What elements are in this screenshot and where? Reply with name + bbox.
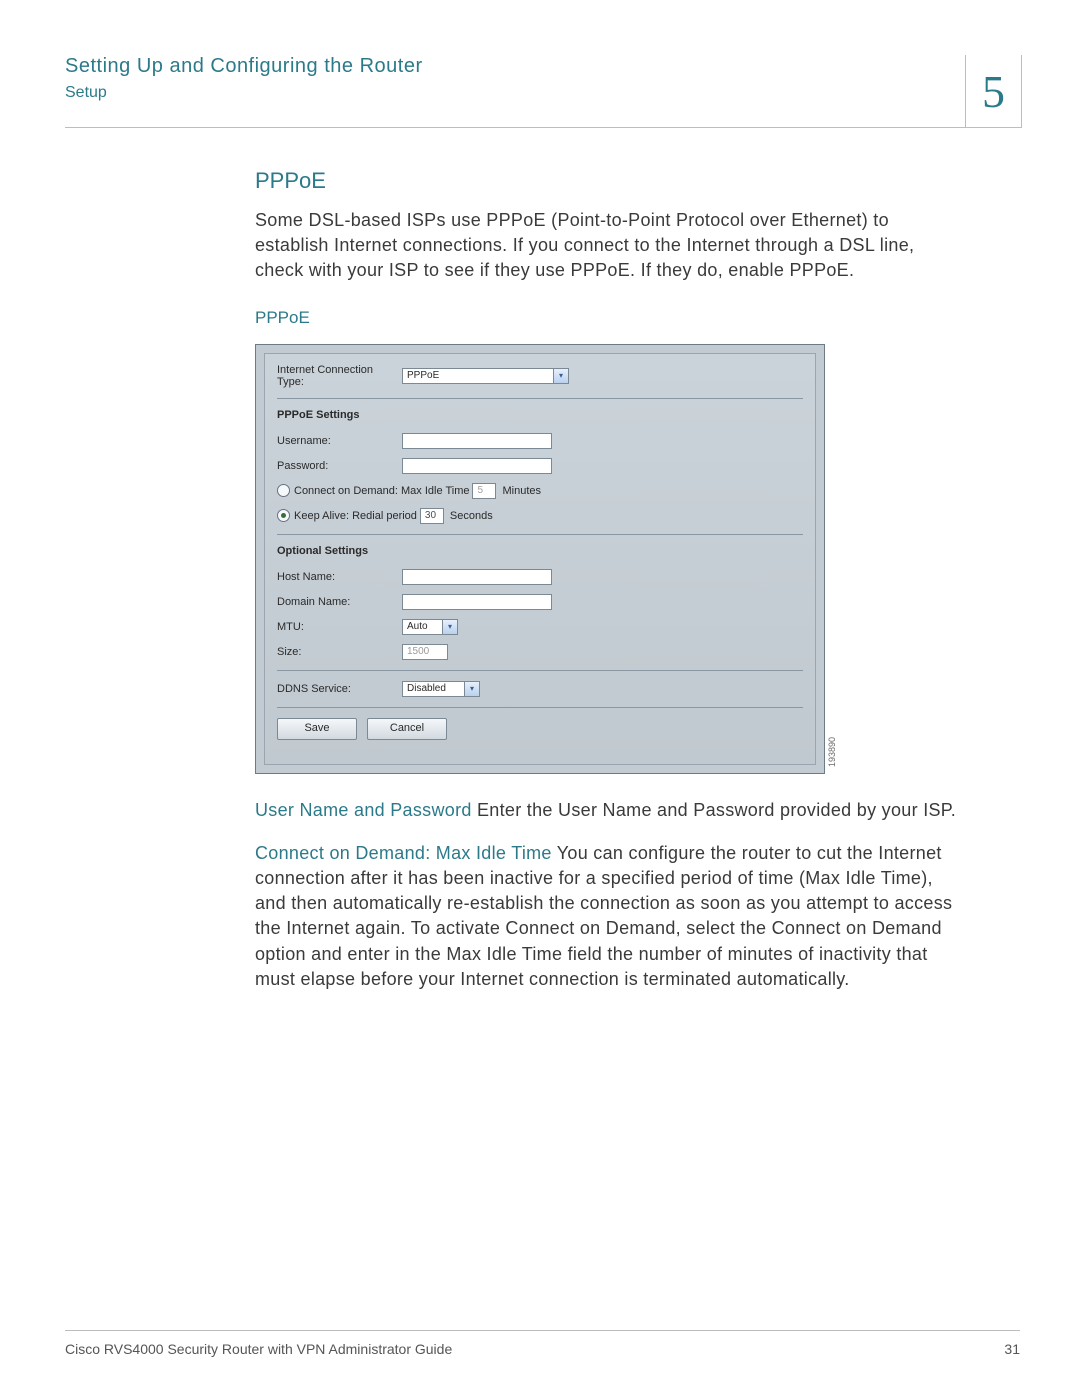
domain-name-label: Domain Name: [277,596,402,608]
password-input[interactable] [402,458,552,474]
host-name-label: Host Name: [277,571,402,583]
minutes-unit-label: Minutes [502,485,541,497]
chevron-down-icon: ▾ [464,682,479,696]
connection-type-dropdown[interactable]: PPPoE ▾ [402,368,569,384]
ddns-value: Disabled [403,682,464,696]
page-heading-title: Setting Up and Configuring the Router [65,55,423,78]
username-input[interactable] [402,433,552,449]
password-label: Password: [277,460,402,472]
mtu-label: MTU: [277,621,402,633]
username-password-paragraph: User Name and Password Enter the User Na… [255,798,960,823]
ddns-dropdown[interactable]: Disabled ▾ [402,681,480,697]
keep-alive-label: Keep Alive: Redial period [294,510,417,522]
connect-on-demand-paragraph: Connect on Demand: Max Idle Time You can… [255,841,960,992]
optional-settings-heading: Optional Settings [277,545,803,557]
connect-on-demand-label: Connect on Demand: Max Idle Time [294,485,469,497]
redial-period-input[interactable]: 30 [420,508,444,524]
footer-doc-title: Cisco RVS4000 Security Router with VPN A… [65,1341,452,1357]
figure-caption: PPPoE [255,308,960,328]
ddns-service-label: DDNS Service: [277,683,402,695]
domain-name-input[interactable] [402,594,552,610]
connection-type-value: PPPoE [403,369,553,383]
size-input[interactable]: 1500 [402,644,448,660]
host-name-input[interactable] [402,569,552,585]
keep-alive-radio[interactable] [277,509,290,522]
mtu-dropdown[interactable]: Auto ▾ [402,619,458,635]
username-label: Username: [277,435,402,447]
cancel-button[interactable]: Cancel [367,718,447,740]
page-heading-subtitle: Setup [65,84,423,102]
max-idle-time-input[interactable]: 5 [472,483,496,499]
connect-on-demand-term: Connect on Demand: Max Idle Time [255,843,552,863]
chevron-down-icon: ▾ [442,620,457,634]
header-divider [65,127,1020,128]
seconds-unit-label: Seconds [450,510,493,522]
connection-type-label: Internet Connection Type: [277,364,402,388]
chapter-number: 5 [965,55,1022,128]
section-heading: PPPoE [255,168,960,194]
intro-paragraph: Some DSL-based ISPs use PPPoE (Point-to-… [255,208,960,284]
save-button[interactable]: Save [277,718,357,740]
pppoe-settings-panel: Internet Connection Type: PPPoE ▾ PPPoE … [255,344,825,774]
image-id-label: 193890 [827,737,837,767]
chevron-down-icon: ▾ [553,369,568,383]
username-password-term: User Name and Password [255,800,472,820]
connect-on-demand-radio[interactable] [277,484,290,497]
mtu-value: Auto [403,620,442,634]
footer-page-number: 31 [1004,1341,1020,1357]
pppoe-settings-heading: PPPoE Settings [277,409,803,421]
size-label: Size: [277,646,402,658]
